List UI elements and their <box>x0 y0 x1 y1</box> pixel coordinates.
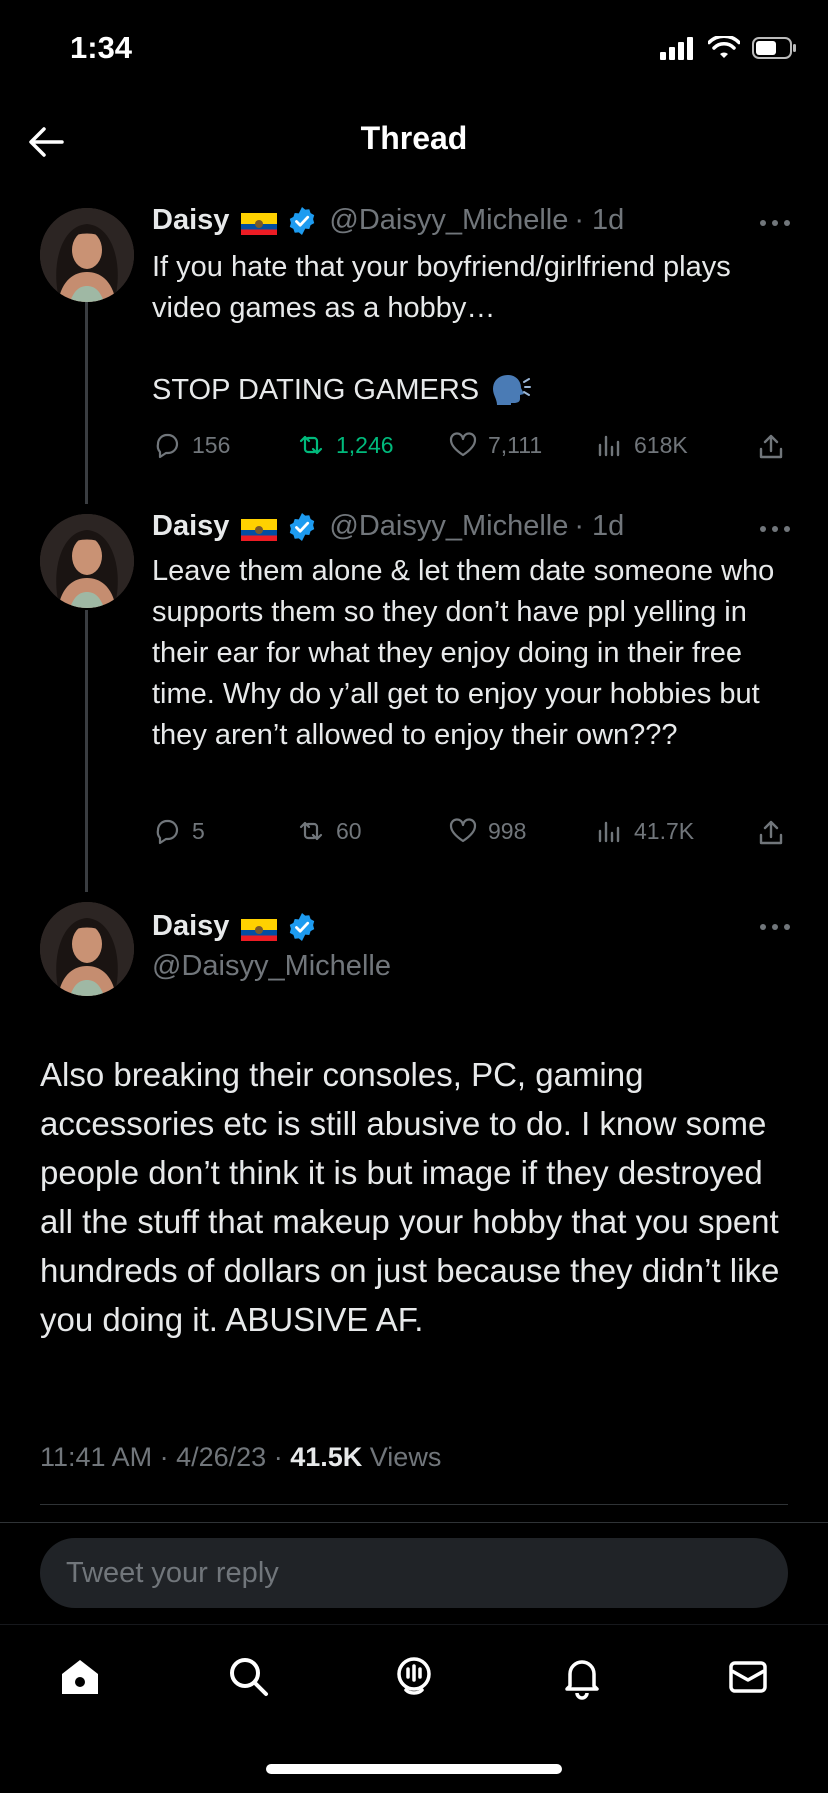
reply-button[interactable]: 5 <box>152 816 205 846</box>
tweet-views-label: Views <box>369 1442 442 1472</box>
spaces-icon[interactable] <box>390 1652 438 1700</box>
reply-icon <box>156 433 179 459</box>
tweet-header: Daisy @Daisyy_Michelle · 1d <box>152 510 624 543</box>
author-handle[interactable]: @Daisyy_Michelle <box>329 510 568 543</box>
tweet-text: Leave them alone & let them date someone… <box>152 555 783 751</box>
reply-button[interactable]: 156 <box>152 430 230 460</box>
retweet-count: 1,246 <box>336 431 394 458</box>
messages-envelope-icon[interactable] <box>724 1652 772 1700</box>
like-button[interactable]: 7,111 <box>448 430 542 460</box>
home-icon[interactable] <box>56 1652 104 1700</box>
tweet-text-body: If you hate that your boyfriend/girlfrie… <box>152 251 731 406</box>
retweet-icon <box>299 821 323 841</box>
battery-icon <box>752 37 796 59</box>
tweet-date: 4/26/23 <box>176 1442 267 1472</box>
tweet-metadata: 11:41 AM · 4/26/23 · 41.5K Views <box>40 1442 442 1472</box>
author-handle[interactable]: @Daisyy_Michelle <box>152 950 391 983</box>
verified-badge-icon <box>290 912 315 941</box>
author-name[interactable]: Daisy <box>152 910 229 943</box>
avatar[interactable] <box>40 514 134 608</box>
wifi-icon <box>708 36 740 58</box>
share-icon[interactable] <box>756 432 786 462</box>
author-handle[interactable]: @Daisyy_Michelle <box>329 204 568 237</box>
retweet-icon <box>299 435 323 455</box>
author-name[interactable]: Daisy <box>152 204 229 237</box>
status-time: 1:34 <box>70 30 133 65</box>
search-icon[interactable] <box>224 1652 272 1700</box>
tweet-time: 11:41 AM <box>40 1442 153 1472</box>
tweet-age: · 1d <box>574 204 625 236</box>
heart-icon <box>449 818 477 843</box>
status-icons <box>660 34 798 62</box>
cellular-signal-icon <box>660 37 693 60</box>
main-tweet-header: Daisy <box>152 910 329 943</box>
ecuador-flag-icon <box>241 210 278 235</box>
like-count: 998 <box>488 817 527 844</box>
divider <box>0 1522 828 1523</box>
reply-count: 5 <box>192 817 205 844</box>
notifications-bell-icon[interactable] <box>558 1652 606 1700</box>
analytics-icon <box>598 821 620 843</box>
retweet-button[interactable]: 1,246 <box>296 430 394 460</box>
retweet-button[interactable]: 60 <box>296 816 362 846</box>
divider <box>40 1504 788 1505</box>
page-title: Thread <box>360 120 468 156</box>
views-count: 618K <box>634 431 688 458</box>
tweet-header: Daisy @Daisyy_Michelle · 1d <box>152 204 624 237</box>
author-name[interactable]: Daisy <box>152 510 229 543</box>
tweet-text: If you hate that your boyfriend/girlfrie… <box>152 247 792 411</box>
retweet-count: 60 <box>336 817 362 844</box>
avatar[interactable] <box>40 902 134 996</box>
avatar[interactable] <box>40 208 134 302</box>
ecuador-flag-icon <box>241 516 278 541</box>
speaking-head-icon <box>493 375 532 405</box>
reply-count: 156 <box>192 431 231 458</box>
views-button[interactable]: 41.7K <box>594 816 694 846</box>
verified-badge-icon <box>290 206 315 235</box>
like-button[interactable]: 998 <box>448 816 526 846</box>
reply-icon <box>156 819 179 845</box>
tweet-age: · 1d <box>574 510 625 542</box>
analytics-icon <box>598 435 620 457</box>
more-options-icon[interactable] <box>758 922 792 932</box>
more-options-icon[interactable] <box>758 524 792 534</box>
reply-input[interactable]: Tweet your reply <box>40 1538 788 1608</box>
like-count: 7,111 <box>488 431 543 458</box>
tweet-views-count: 41.5K <box>290 1442 363 1472</box>
more-options-icon[interactable] <box>758 218 792 228</box>
heart-icon <box>449 432 477 457</box>
verified-badge-icon <box>290 512 315 541</box>
main-tweet-text: Also breaking their consoles, PC, gaming… <box>40 1056 780 1338</box>
views-count: 41.7K <box>634 817 695 844</box>
views-button[interactable]: 618K <box>594 430 688 460</box>
home-indicator <box>266 1764 562 1774</box>
thread-connector <box>85 298 88 504</box>
ecuador-flag-icon <box>241 916 278 941</box>
share-icon[interactable] <box>756 818 786 848</box>
thread-connector <box>85 610 88 892</box>
